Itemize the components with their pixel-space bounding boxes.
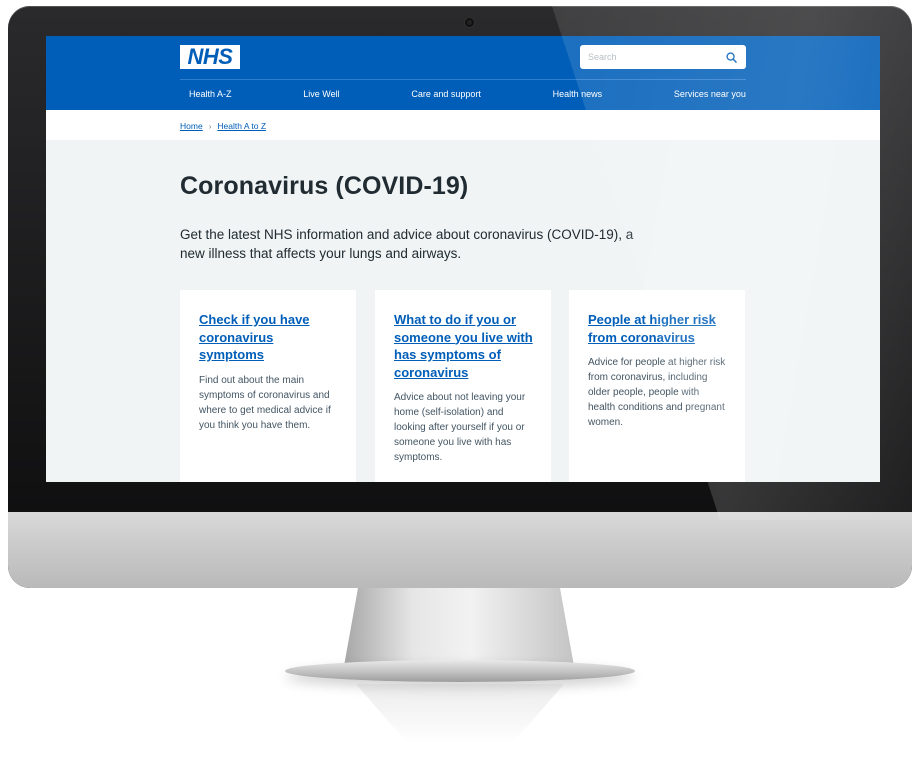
breadcrumb: Home › Health A to Z [180,121,266,131]
page-title: Coronavirus (COVID-19) [180,172,469,200]
breadcrumb-separator-icon: › [208,121,212,131]
monitor-chin [8,512,912,588]
nav-divider [180,79,746,80]
card-link-check-symptoms[interactable]: Check if you have coronavirus symptoms [199,311,338,364]
card-what-to-do: What to do if you or someone you live wi… [375,290,551,482]
nav-live-well[interactable]: Live Well [303,89,339,103]
main-nav: Health A-Z Live Well Care and support He… [180,89,746,103]
nav-health-news[interactable]: Health news [553,89,603,103]
nav-health-a-z[interactable]: Health A-Z [189,89,232,103]
search-button[interactable] [716,45,746,69]
card-description: Advice for people at higher risk from co… [588,357,726,428]
monitor-stand-neck [344,588,574,666]
nav-care-and-support[interactable]: Care and support [411,89,481,103]
card-link-higher-risk[interactable]: People at higher risk from coronavirus [588,311,727,346]
nhs-logo[interactable]: NHS [180,45,240,69]
search-input[interactable] [580,45,714,69]
webcam [465,18,474,27]
card-check-symptoms: Check if you have coronavirus symptoms F… [180,290,356,482]
breadcrumb-bar: Home › Health A to Z [46,110,880,140]
browser-screen: NHS Health A-Z Live Well Care and suppor… [46,36,880,482]
stand-reflection [356,684,564,744]
breadcrumb-home[interactable]: Home [180,121,203,131]
intro-text: Get the latest NHS information and advic… [180,227,634,261]
search-icon [725,51,737,63]
monitor-stand-base [285,660,635,682]
search-box [580,45,746,69]
card-description: Advice about not leaving your home (self… [394,392,526,463]
nav-services-near-you[interactable]: Services near you [674,89,746,103]
card-higher-risk: People at higher risk from coronavirus A… [569,290,745,482]
card-description: Find out about the main symptoms of coro… [199,374,331,431]
site-header: NHS Health A-Z Live Well Care and suppor… [46,36,880,110]
breadcrumb-health-a-to-z[interactable]: Health A to Z [217,121,266,131]
card-link-what-to-do[interactable]: What to do if you or someone you live wi… [394,311,533,381]
